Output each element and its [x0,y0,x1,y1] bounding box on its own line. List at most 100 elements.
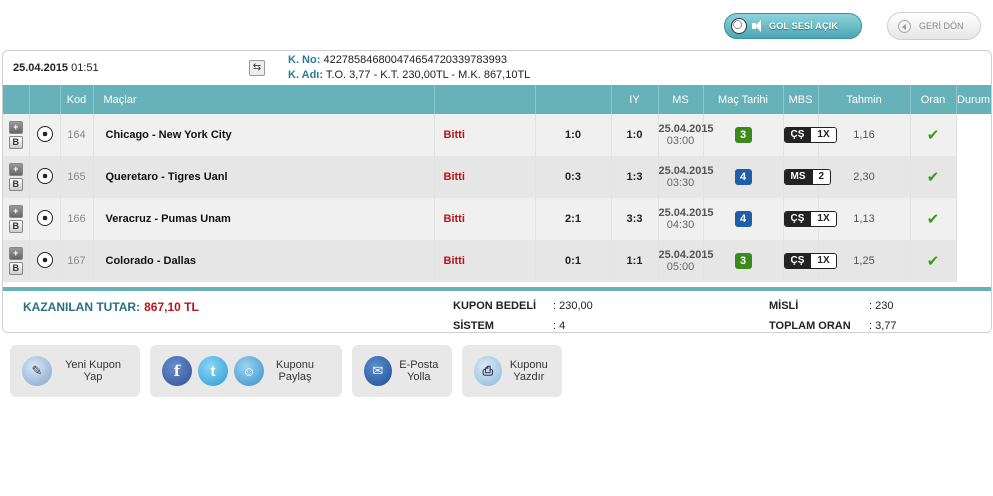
print-coupon-button[interactable]: ⎙ Kuponu Yazdır [462,345,562,397]
soccer-ball-icon [36,209,53,226]
match-code: 165 [60,156,94,198]
expand-button[interactable]: + [8,121,23,134]
match-date: 25.04.2015 [658,123,714,135]
full-time-score: 1:1 [611,240,659,282]
total-odds-label: TOPLAM ORAN [769,320,851,332]
arrow-left-icon [898,19,911,33]
table-row: + B 166 Veracruz - Pumas Unam Bitti 2:1 3:3 25.… [3,198,991,240]
winnings-label: KAZANILAN TUTAR: [23,300,141,314]
b-button[interactable]: B [8,178,23,191]
b-button[interactable]: B [8,220,23,233]
back-label: GERİ DÖN [919,21,964,31]
refresh-icon[interactable]: ⇆ [249,60,265,76]
expand-button[interactable]: + [8,163,23,176]
multiplier-label: MİSLİ [769,300,799,312]
mail-icon: ✉ [364,356,392,386]
match-name[interactable]: Chicago - New York City [93,114,435,156]
col-maclar: Maçlar [93,85,435,114]
mbs-badge: 3 [734,127,752,143]
table-header: Kod Maçlar IY MS Maç Tarihi MBS Tahmin O… [3,85,991,114]
coupon-number: K. No: 422785846800474654720339783993 [288,54,507,66]
match-code: 167 [60,240,94,282]
total-odds-value: : 3,77 [869,320,897,332]
coupon-number-label: K. No: [288,54,321,66]
pencil-icon: ✎ [22,356,52,386]
expand-button[interactable]: + [8,247,23,260]
coupon-summary: KAZANILAN TUTAR: 867,10 TL KUPON BEDELİ :… [3,287,991,332]
full-time-score: 3:3 [611,198,659,240]
full-time-score: 1:0 [611,114,659,156]
match-name[interactable]: Veracruz - Pumas Unam [93,198,435,240]
match-name[interactable]: Queretaro - Tigres Uanl [93,156,435,198]
match-date: 25.04.2015 [658,207,714,219]
soccer-ball-icon [731,18,747,34]
soccer-ball-icon [36,125,53,142]
soccer-ball-icon [36,167,53,184]
new-coupon-button[interactable]: ✎ Yeni Kupon Yap [10,345,140,397]
col-oran: Oran [910,85,957,114]
email-label: E-Posta Yolla [399,359,439,383]
match-date: 25.04.2015 [658,249,714,261]
check-icon: ✔ [926,127,940,144]
action-bar: ✎ Yeni Kupon Yap f t ☺ Kuponu Paylaş ✉ E… [10,345,562,397]
back-button[interactable]: GERİ DÖN [887,12,981,40]
match-time: 03:00 [666,135,695,147]
col-kod: Kod [60,85,94,114]
coupon-name: K. Adı: T.O. 3,77 - K.T. 230,00TL - M.K.… [288,69,530,81]
match-datetime: 25.04.2015 03:00 [658,114,714,156]
goal-sound-label: GOL SESİ AÇIK [769,21,839,31]
prediction-badge: MS 2 [783,169,832,185]
twitter-icon[interactable]: t [198,356,228,386]
mbs-badge: 4 [734,211,752,227]
coupon-time: 01:51 [71,62,99,74]
winnings: KAZANILAN TUTAR: 867,10 TL [23,300,199,314]
match-name[interactable]: Colorado - Dallas [93,240,435,282]
b-button[interactable]: B [8,136,23,149]
table-row: + B 167 Colorado - Dallas Bitti 0:1 1:1 25.04.2… [3,240,991,282]
system-value: : 4 [553,320,566,332]
matches-table: Kod Maçlar IY MS Maç Tarihi MBS Tahmin O… [3,85,991,282]
check-icon: ✔ [926,169,940,186]
match-date: 25.04.2015 [658,165,714,177]
expand-button[interactable]: + [8,205,23,218]
winnings-value: 867,10 TL [144,300,199,314]
match-status: Bitti [434,198,536,240]
half-time-score: 0:1 [535,240,612,282]
prediction-badge: ÇŞ 1X [783,127,837,143]
coupon-name-label: K. Adı: [288,69,324,81]
print-icon: ⎙ [474,356,502,386]
facebook-icon[interactable]: f [162,356,192,386]
check-icon: ✔ [926,253,940,270]
b-button[interactable]: B [8,262,23,275]
prediction-type: MS [784,170,812,184]
prediction-value: 1X [810,254,836,268]
col-tarih: Maç Tarihi [703,85,784,114]
col-durum: Durum [956,85,991,114]
match-datetime: 25.04.2015 04:30 [658,198,714,240]
coupon-cost-label: KUPON BEDELİ [453,300,537,312]
match-time: 05:00 [666,261,695,273]
coupon-cost-value: : 230,00 [553,300,593,312]
coupon-datetime: 25.04.2015 01:51 [13,62,99,74]
prediction-type: ÇŞ [784,212,811,226]
share-coupon-button[interactable]: f t ☺ Kuponu Paylaş [150,345,342,397]
check-icon: ✔ [926,211,940,228]
mbs-badge: 4 [734,169,752,185]
match-datetime: 25.04.2015 05:00 [658,240,714,282]
odds: 2,30 [818,156,911,198]
email-button[interactable]: ✉ E-Posta Yolla [352,345,452,397]
mbs-badge: 3 [734,253,752,269]
messenger-icon[interactable]: ☺ [234,356,264,386]
full-time-score: 1:3 [611,156,659,198]
match-code: 166 [60,198,94,240]
match-time: 04:30 [666,219,695,231]
speaker-icon [751,19,765,33]
match-time: 03:30 [666,177,695,189]
match-datetime: 25.04.2015 03:30 [658,156,714,198]
prediction-badge: ÇŞ 1X [783,211,837,227]
system-label: SİSTEM [453,320,494,332]
goal-sound-toggle-button[interactable]: GOL SESİ AÇIK [724,13,862,39]
col-ms: MS [658,85,704,114]
prediction-badge: ÇŞ 1X [783,253,837,269]
col-tahmin: Tahmin [818,85,911,114]
